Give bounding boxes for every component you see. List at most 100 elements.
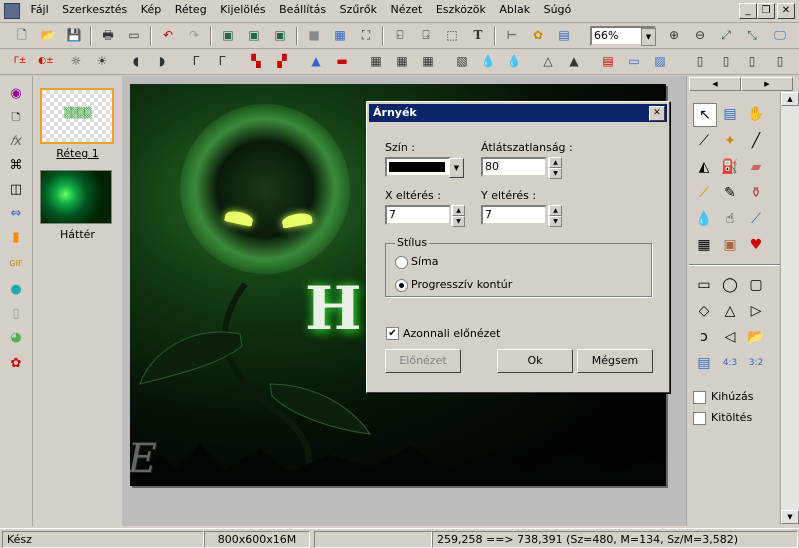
y-offset-input[interactable]: 7: [481, 205, 547, 225]
opacity-input[interactable]: 80: [481, 157, 547, 177]
color-dropdown-icon[interactable]: ▼: [449, 158, 464, 178]
fill-bucket-icon[interactable]: ◭: [693, 156, 715, 178]
brightness-down-icon[interactable]: ☼: [66, 52, 86, 71]
panel-scroll-right-icon[interactable]: ▶: [741, 77, 793, 91]
folder-shape-icon[interactable]: 📂: [745, 326, 767, 348]
menu-select[interactable]: Kijelölés: [215, 0, 270, 19]
monitor-icon[interactable]: ▭: [624, 52, 644, 71]
zoom-in-icon[interactable]: ⊕: [664, 26, 684, 45]
preview-checkbox-label[interactable]: Azonnali előnézet: [403, 327, 500, 340]
drop-icon[interactable]: 💧: [693, 208, 715, 230]
y-offset-spinner[interactable]: ▲ ▼: [548, 205, 562, 227]
window-icon[interactable]: ▤: [554, 26, 574, 45]
book3-icon[interactable]: ▯: [742, 52, 762, 71]
cancel-button[interactable]: Mégsem: [577, 349, 653, 373]
copy-image-icon[interactable]: ▣: [218, 26, 238, 45]
spray-icon[interactable]: ⛽: [719, 156, 741, 178]
gradient-icon[interactable]: ▮: [6, 228, 26, 248]
plugin-icon[interactable]: ✿: [528, 26, 548, 45]
color-wheel-icon[interactable]: ✿: [6, 354, 26, 374]
eraser-icon[interactable]: ▰: [745, 156, 767, 178]
style-radio-plain[interactable]: [395, 256, 408, 269]
book4-icon[interactable]: ▯: [770, 52, 790, 71]
run-icon[interactable]: ⛶: [356, 26, 376, 45]
restore-button[interactable]: ❐: [757, 3, 775, 19]
contrast-down-icon[interactable]: ◖: [126, 52, 146, 71]
triangle-icon[interactable]: △: [719, 300, 741, 322]
slice-icon[interactable]: ▯: [6, 304, 26, 324]
page-icon[interactable]: 🗅: [6, 108, 26, 128]
layer-label[interactable]: Háttér: [33, 228, 122, 241]
triangle-outline-icon[interactable]: △: [538, 52, 558, 71]
redo-icon[interactable]: ↷: [184, 26, 204, 45]
grid-mid-icon[interactable]: ▦: [392, 52, 412, 71]
menu-help[interactable]: Súgó: [539, 0, 577, 19]
globe-icon[interactable]: ◕: [6, 328, 26, 348]
mirror-icon[interactable]: ⇔: [6, 204, 26, 224]
line-icon[interactable]: ╱: [745, 130, 767, 152]
selection-icon[interactable]: ⬚: [442, 26, 462, 45]
stamp-icon[interactable]: ⚱: [745, 182, 767, 204]
x-offset-spinner[interactable]: ▲ ▼: [451, 205, 465, 227]
rectangle-icon[interactable]: ▭: [693, 274, 715, 296]
book2-icon[interactable]: ▯: [716, 52, 736, 71]
close-window-button[interactable]: ✕: [777, 3, 795, 19]
menu-view[interactable]: Nézet: [386, 0, 428, 19]
fill-checkbox[interactable]: [693, 412, 706, 425]
actual-size-icon[interactable]: ⤡: [742, 26, 762, 45]
gamma-down-icon[interactable]: Γ: [186, 52, 206, 71]
gif-icon[interactable]: GIF: [6, 254, 26, 274]
app-icon[interactable]: [4, 3, 20, 19]
photo-icon[interactable]: ▨: [650, 52, 670, 71]
noise-icon[interactable]: ▧: [452, 52, 472, 71]
triangle-filled-icon[interactable]: ▲: [564, 52, 584, 71]
grid-light-icon[interactable]: ▦: [418, 52, 438, 71]
panel-scrollbar[interactable]: ▲ ▼: [780, 92, 799, 524]
style-progressive-label[interactable]: Progresszív kontúr: [411, 278, 512, 291]
circle-icon[interactable]: ◉: [6, 84, 26, 104]
lasso-icon[interactable]: ↄ: [693, 326, 715, 348]
tree-icon[interactable]: ⊢: [502, 26, 522, 45]
paste-image-icon[interactable]: ▣: [244, 26, 264, 45]
auto-contrast-icon[interactable]: ◐±: [36, 52, 56, 71]
magic-wand-icon[interactable]: ✦: [719, 130, 741, 152]
histogram-icon[interactable]: ▲: [306, 52, 326, 71]
new-icon[interactable]: 🗋: [12, 26, 32, 45]
preview-button[interactable]: Előnézet: [385, 349, 461, 373]
pointer-icon[interactable]: ↖: [693, 103, 717, 127]
auto-levels-icon[interactable]: Γ±: [10, 52, 30, 71]
saturation-down-icon[interactable]: ▚: [246, 52, 266, 71]
menu-layer[interactable]: Réteg: [170, 0, 212, 19]
scroll-up-icon[interactable]: ▲: [781, 92, 799, 106]
stroke-checkbox[interactable]: [693, 391, 706, 404]
fullscreen-icon[interactable]: 🖵: [770, 26, 790, 45]
dialog-title-bar[interactable]: Árnyék: [369, 104, 667, 122]
book-icon[interactable]: ▯: [690, 52, 710, 71]
ellipse-icon[interactable]: ◯: [719, 274, 741, 296]
menu-tools[interactable]: Eszközök: [431, 0, 491, 19]
portrait-icon[interactable]: ▣: [719, 234, 741, 256]
frame-icon[interactable]: ◫: [6, 180, 26, 200]
scan-icon[interactable]: ▭: [124, 26, 144, 45]
brush-icon[interactable]: ⟋: [693, 182, 715, 204]
blur-icon[interactable]: 💧: [478, 52, 498, 71]
menu-window[interactable]: Ablak: [494, 0, 535, 19]
polygon-icon[interactable]: ◁: [719, 326, 741, 348]
ok-button[interactable]: Ok: [497, 349, 573, 373]
sphere-icon[interactable]: ●: [6, 280, 26, 300]
brightness-up-icon[interactable]: ☀: [92, 52, 112, 71]
menu-file[interactable]: Fájl: [26, 0, 54, 19]
paintbrush-icon[interactable]: ⟋: [745, 208, 767, 230]
zoom-dropdown-icon[interactable]: ▼: [641, 28, 656, 46]
layer-thumb-2[interactable]: [40, 170, 112, 224]
exit-left-icon[interactable]: ⍇: [390, 26, 410, 45]
diamond-icon[interactable]: ◇: [693, 300, 715, 322]
layer-label[interactable]: Réteg 1: [33, 147, 122, 160]
ratio-32-icon[interactable]: 3:2: [745, 352, 767, 374]
contrast-up-icon[interactable]: ◗: [152, 52, 172, 71]
fill-label[interactable]: Kitöltés: [711, 411, 752, 424]
color-grid-icon[interactable]: ▦: [330, 26, 350, 45]
color-picker[interactable]: [385, 157, 451, 177]
undo-icon[interactable]: ↶: [158, 26, 178, 45]
fit-icon[interactable]: ⤢: [716, 26, 736, 45]
